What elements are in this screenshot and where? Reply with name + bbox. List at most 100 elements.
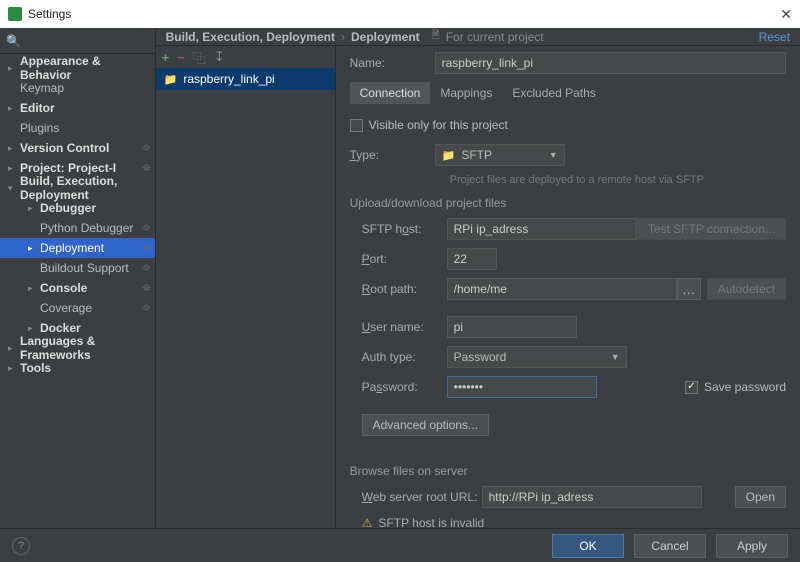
expand-arrow-icon: ▾ [8, 183, 18, 194]
sidebar-item[interactable]: ▸Editor [0, 98, 155, 118]
project-scope-icon: ⛯ [143, 303, 151, 314]
add-server-button[interactable]: + [162, 50, 170, 65]
sidebar-item-label: Docker [40, 321, 151, 335]
sidebar-item-label: Coverage [40, 301, 143, 315]
tab-connection[interactable]: Connection [350, 82, 431, 104]
expand-arrow-icon: ▸ [8, 103, 18, 114]
project-scope-icon: ⛯ [143, 243, 151, 254]
expand-arrow-icon: ▸ [8, 143, 18, 154]
open-url-button[interactable]: Open [735, 486, 786, 508]
save-password-checkbox[interactable]: Save password [685, 380, 786, 394]
expand-arrow-icon: ▸ [28, 243, 38, 254]
expand-arrow-icon: ▸ [8, 163, 18, 174]
folder-icon: 📁 [164, 73, 178, 86]
window-title-text: Settings [28, 7, 71, 21]
autodetect-button[interactable]: Autodetect [707, 278, 786, 300]
name-label: Name: [350, 56, 435, 70]
sidebar-item[interactable]: ▸Debugger [0, 198, 155, 218]
test-connection-button[interactable]: Test SFTP connection... [637, 218, 786, 240]
warning-text: SFTP host is invalid [378, 516, 484, 530]
auth-type-select[interactable]: Password ▼ [447, 346, 627, 368]
window-title: Settings [8, 7, 71, 21]
sidebar-item[interactable]: Coverage⛯ [0, 298, 155, 318]
tab-mappings[interactable]: Mappings [430, 82, 502, 104]
chevron-down-icon: ▼ [611, 352, 620, 362]
sidebar-item[interactable]: ▾Build, Execution, Deployment [0, 178, 155, 198]
warning-icon: ⚠ [362, 516, 373, 530]
expand-arrow-icon: ▸ [28, 323, 38, 334]
cancel-button[interactable]: Cancel [634, 534, 706, 558]
expand-arrow-icon: ▸ [8, 363, 18, 374]
breadcrumb-a[interactable]: Build, Execution, Deployment [166, 30, 335, 44]
sftp-host-input[interactable] [447, 218, 637, 240]
server-list-item[interactable]: 📁 raspberry_link_pi [156, 68, 335, 90]
chevron-down-icon: ▼ [549, 150, 558, 160]
use-as-default-button[interactable]: ↧ [214, 49, 225, 65]
project-scope-icon: ⛯ [143, 163, 151, 174]
app-icon [8, 7, 22, 21]
password-input[interactable] [447, 376, 597, 398]
sidebar-item[interactable]: ▸Deployment⛯ [0, 238, 155, 258]
sidebar-item[interactable]: ▸Console⛯ [0, 278, 155, 298]
settings-tree: ▸Appearance & BehaviorKeymap▸EditorPlugi… [0, 54, 155, 528]
breadcrumb-b[interactable]: Deployment [351, 30, 420, 44]
type-hint: Project files are deployed to a remote h… [450, 174, 786, 186]
project-scope-icon: ⛯ [143, 283, 151, 294]
save-password-label: Save password [704, 380, 786, 394]
sidebar-item[interactable]: ▸Version Control⛯ [0, 138, 155, 158]
advanced-options-button[interactable]: Advanced options... [362, 414, 489, 436]
sidebar-item-label: Tools [20, 361, 151, 375]
apply-button[interactable]: Apply [716, 534, 788, 558]
sidebar-item-label: Deployment [40, 241, 143, 255]
expand-arrow-icon: ▸ [8, 343, 18, 354]
auth-type-value: Password [454, 350, 507, 364]
project-scope-icon: 🗎 [432, 28, 440, 45]
tab-excluded-paths[interactable]: Excluded Paths [502, 82, 605, 104]
sidebar-item[interactable]: Keymap [0, 78, 155, 98]
project-scope-icon: ⛯ [143, 223, 151, 234]
root-path-input[interactable] [447, 278, 677, 300]
close-icon[interactable]: ✕ [780, 6, 792, 23]
browse-root-button[interactable]: … [677, 278, 701, 300]
sidebar-item[interactable]: Buildout Support⛯ [0, 258, 155, 278]
project-scope-icon: ⛯ [143, 263, 151, 274]
username-input[interactable] [447, 316, 577, 338]
folder-icon: 📁 [442, 149, 456, 162]
checkbox-box [685, 381, 698, 394]
type-value: SFTP [461, 148, 492, 162]
sidebar-item-label: Python Debugger [40, 221, 143, 235]
sidebar-item[interactable]: Python Debugger⛯ [0, 218, 155, 238]
sidebar-item[interactable]: ▸Tools [0, 358, 155, 378]
name-input[interactable] [435, 52, 786, 74]
port-input[interactable] [447, 248, 497, 270]
copy-server-button[interactable]: ⿻ [193, 48, 206, 67]
sidebar-item-label: Version Control [20, 141, 143, 155]
web-server-url-input[interactable] [482, 486, 702, 508]
reset-link[interactable]: Reset [759, 30, 790, 44]
settings-search[interactable]: 🔍 [0, 28, 155, 54]
expand-arrow-icon: ▸ [28, 203, 38, 214]
sidebar-item[interactable]: Plugins [0, 118, 155, 138]
sidebar-item-label: Buildout Support [40, 261, 143, 275]
ok-button[interactable]: OK [552, 534, 624, 558]
checkbox-box [350, 119, 363, 132]
search-icon: 🔍 [6, 34, 21, 48]
sidebar-item[interactable]: ▸Languages & Frameworks [0, 338, 155, 358]
sidebar-item-label: Plugins [20, 121, 151, 135]
visible-only-checkbox[interactable]: Visible only for this project [350, 118, 508, 132]
project-scope-icon: ⛯ [143, 143, 151, 154]
sidebar-item[interactable]: ▸Appearance & Behavior [0, 58, 155, 78]
sidebar-item-label: Editor [20, 101, 151, 115]
breadcrumb-sep: › [341, 30, 345, 44]
help-button[interactable]: ? [12, 537, 30, 555]
sidebar-item-label: Debugger [40, 201, 151, 215]
section-browse: Browse files on server [350, 464, 786, 478]
section-upload: Upload/download project files [350, 196, 786, 210]
remove-server-button[interactable]: − [177, 50, 185, 65]
type-select[interactable]: 📁 SFTP ▼ [435, 144, 565, 166]
expand-arrow-icon: ▸ [28, 283, 38, 294]
visible-only-label: Visible only for this project [369, 118, 508, 132]
sidebar-item-label: Console [40, 281, 143, 295]
for-current-project: For current project [446, 30, 544, 44]
expand-arrow-icon: ▸ [8, 63, 18, 74]
